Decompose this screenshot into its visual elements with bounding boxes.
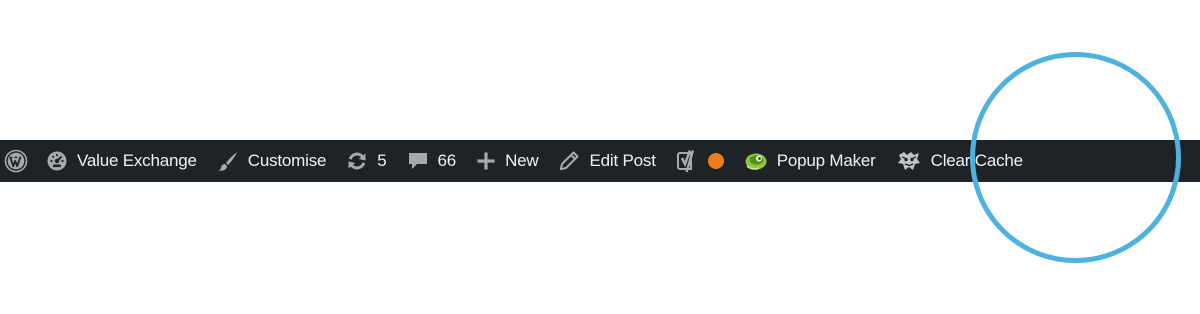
site-name-label: Value Exchange bbox=[77, 151, 197, 170]
refresh-icon bbox=[346, 149, 368, 173]
screenshot-canvas: Value Exchange Customise 5 66 New Edit P… bbox=[0, 0, 1200, 314]
customise-label: Customise bbox=[247, 151, 327, 170]
comments-link[interactable]: 66 bbox=[397, 140, 467, 182]
wp-logo-menu[interactable] bbox=[0, 140, 36, 182]
clear-cache-menu[interactable]: Clear Cache bbox=[886, 140, 1033, 182]
dashboard-gauge-icon bbox=[46, 149, 68, 173]
seo-status-dot bbox=[707, 153, 724, 169]
new-content-menu[interactable]: New bbox=[466, 140, 548, 182]
paintbrush-icon bbox=[217, 149, 239, 173]
plus-icon bbox=[476, 149, 496, 173]
popup-maker-label: Popup Maker bbox=[776, 151, 876, 170]
site-name-menu[interactable]: Value Exchange bbox=[36, 140, 207, 182]
edit-post-link[interactable]: Edit Post bbox=[548, 140, 665, 182]
popup-maker-menu[interactable]: Popup Maker bbox=[734, 140, 886, 182]
pencil-icon bbox=[558, 149, 580, 173]
updates-count: 5 bbox=[377, 151, 387, 170]
clear-cache-label: Clear Cache bbox=[930, 151, 1023, 170]
popup-maker-icon bbox=[744, 149, 768, 173]
yoast-icon bbox=[676, 149, 698, 173]
wordpress-icon bbox=[4, 149, 28, 173]
wp-admin-bar: Value Exchange Customise 5 66 New Edit P… bbox=[0, 140, 1200, 182]
yoast-seo-menu[interactable] bbox=[666, 140, 734, 182]
wp-fastest-cache-icon bbox=[896, 149, 922, 173]
new-label: New bbox=[505, 151, 539, 170]
comments-count: 66 bbox=[437, 151, 457, 170]
comment-bubble-icon bbox=[407, 149, 429, 173]
edit-post-label: Edit Post bbox=[589, 151, 656, 170]
updates-link[interactable]: 5 bbox=[336, 140, 396, 182]
customise-link[interactable]: Customise bbox=[207, 140, 337, 182]
